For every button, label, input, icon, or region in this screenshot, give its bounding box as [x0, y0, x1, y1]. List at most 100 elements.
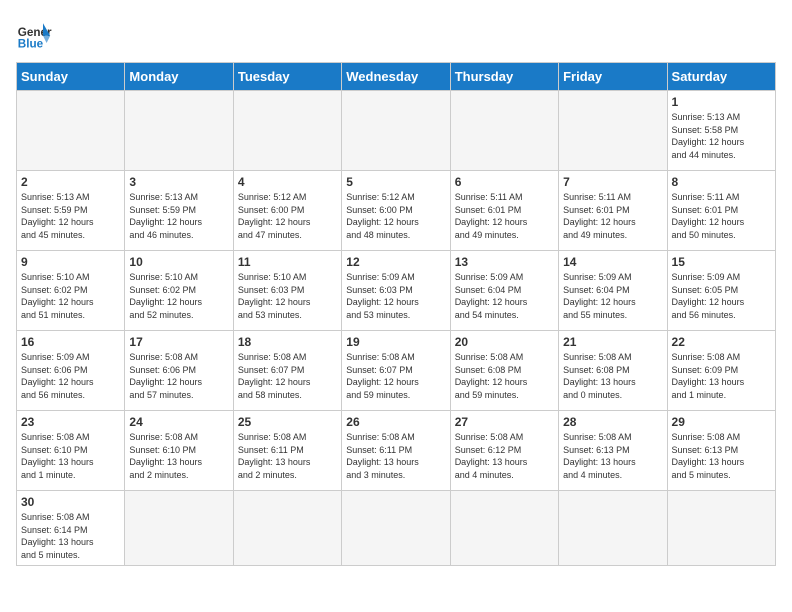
day-number: 23: [21, 415, 120, 429]
calendar-day-cell: 6Sunrise: 5:11 AM Sunset: 6:01 PM Daylig…: [450, 171, 558, 251]
day-number: 26: [346, 415, 445, 429]
day-info: Sunrise: 5:08 AM Sunset: 6:10 PM Dayligh…: [129, 431, 228, 481]
calendar-day-cell: 26 Sunrise: 5:08 AM Sunset: 6:11 PM Dayli…: [342, 411, 450, 491]
calendar-body: 1 Sunrise: 5:13 AM Sunset: 5:58 PM Daylig…: [17, 91, 776, 566]
day-info: Sunrise: 5:11 AM Sunset: 6:01 PM Dayligh…: [672, 191, 771, 241]
day-number: 8: [672, 175, 771, 189]
calendar-day-cell: 5Sunrise: 5:12 AM Sunset: 6:00 PM Daylig…: [342, 171, 450, 251]
day-info: Sunrise: 5:08 AM Sunset: 6:13 PM Dayligh…: [563, 431, 662, 481]
day-info: Sunrise: 5:08 AM Sunset: 6:14 PM Dayligh…: [21, 511, 120, 561]
day-of-week-header: Saturday: [667, 63, 775, 91]
calendar-day-cell: 13Sunrise: 5:09 AM Sunset: 6:04 PM Dayli…: [450, 251, 558, 331]
calendar-day-cell: 27 Sunrise: 5:08 AM Sunset: 6:12 PM Dayli…: [450, 411, 558, 491]
day-info: Sunrise: 5:10 AM Sunset: 6:02 PM Dayligh…: [21, 271, 120, 321]
calendar-day-cell: 25 Sunrise: 5:08 AM Sunset: 6:11 PM Dayli…: [233, 411, 341, 491]
calendar-day-cell: 28Sunrise: 5:08 AM Sunset: 6:13 PM Dayli…: [559, 411, 667, 491]
calendar-week-row: 16 Sunrise: 5:09 AM Sunset: 6:06 PM Dayli…: [17, 331, 776, 411]
header-row: SundayMondayTuesdayWednesdayThursdayFrid…: [17, 63, 776, 91]
calendar-day-cell: 2 Sunrise: 5:13 AM Sunset: 5:59 PM Daylig…: [17, 171, 125, 251]
day-info: Sunrise: 5:08 AM Sunset: 6:11 PM Dayligh…: [238, 431, 337, 481]
day-number: 19: [346, 335, 445, 349]
calendar-day-cell: 11Sunrise: 5:10 AM Sunset: 6:03 PM Dayli…: [233, 251, 341, 331]
calendar-day-cell: [17, 91, 125, 171]
calendar-day-cell: 18Sunrise: 5:08 AM Sunset: 6:07 PM Dayli…: [233, 331, 341, 411]
calendar-week-row: 1 Sunrise: 5:13 AM Sunset: 5:58 PM Daylig…: [17, 91, 776, 171]
svg-text:Blue: Blue: [18, 38, 44, 51]
day-info: Sunrise: 5:08 AM Sunset: 6:07 PM Dayligh…: [346, 351, 445, 401]
calendar-day-cell: [667, 491, 775, 566]
day-number: 25: [238, 415, 337, 429]
day-number: 29: [672, 415, 771, 429]
calendar-day-cell: 3 Sunrise: 5:13 AM Sunset: 5:59 PM Daylig…: [125, 171, 233, 251]
day-of-week-header: Sunday: [17, 63, 125, 91]
calendar-day-cell: [342, 491, 450, 566]
day-number: 30: [21, 495, 120, 509]
calendar-day-cell: 17 Sunrise: 5:08 AM Sunset: 6:06 PM Dayli…: [125, 331, 233, 411]
day-info: Sunrise: 5:13 AM Sunset: 5:59 PM Dayligh…: [21, 191, 120, 241]
calendar-week-row: 30 Sunrise: 5:08 AM Sunset: 6:14 PM Dayli…: [17, 491, 776, 566]
day-info: Sunrise: 5:08 AM Sunset: 6:09 PM Dayligh…: [672, 351, 771, 401]
calendar-day-cell: [125, 91, 233, 171]
day-info: Sunrise: 5:08 AM Sunset: 6:12 PM Dayligh…: [455, 431, 554, 481]
day-info: Sunrise: 5:13 AM Sunset: 5:59 PM Dayligh…: [129, 191, 228, 241]
day-number: 18: [238, 335, 337, 349]
day-number: 11: [238, 255, 337, 269]
day-info: Sunrise: 5:09 AM Sunset: 6:04 PM Dayligh…: [455, 271, 554, 321]
day-number: 15: [672, 255, 771, 269]
day-of-week-header: Friday: [559, 63, 667, 91]
calendar-day-cell: 16 Sunrise: 5:09 AM Sunset: 6:06 PM Dayli…: [17, 331, 125, 411]
day-number: 3: [129, 175, 228, 189]
calendar-day-cell: 8 Sunrise: 5:11 AM Sunset: 6:01 PM Daylig…: [667, 171, 775, 251]
day-of-week-header: Thursday: [450, 63, 558, 91]
calendar-day-cell: [125, 491, 233, 566]
calendar-day-cell: 7 Sunrise: 5:11 AM Sunset: 6:01 PM Daylig…: [559, 171, 667, 251]
day-number: 9: [21, 255, 120, 269]
day-of-week-header: Monday: [125, 63, 233, 91]
day-info: Sunrise: 5:11 AM Sunset: 6:01 PM Dayligh…: [563, 191, 662, 241]
page-header: General Blue: [16, 16, 776, 52]
calendar-week-row: 23 Sunrise: 5:08 AM Sunset: 6:10 PM Dayli…: [17, 411, 776, 491]
day-number: 6: [455, 175, 554, 189]
day-of-week-header: Wednesday: [342, 63, 450, 91]
day-number: 1: [672, 95, 771, 109]
calendar-day-cell: 22Sunrise: 5:08 AM Sunset: 6:09 PM Dayli…: [667, 331, 775, 411]
calendar-day-cell: [342, 91, 450, 171]
calendar-day-cell: 14Sunrise: 5:09 AM Sunset: 6:04 PM Dayli…: [559, 251, 667, 331]
calendar-day-cell: 24Sunrise: 5:08 AM Sunset: 6:10 PM Dayli…: [125, 411, 233, 491]
calendar-day-cell: 4 Sunrise: 5:12 AM Sunset: 6:00 PM Daylig…: [233, 171, 341, 251]
day-number: 12: [346, 255, 445, 269]
day-number: 17: [129, 335, 228, 349]
calendar-day-cell: [559, 491, 667, 566]
day-number: 21: [563, 335, 662, 349]
calendar-day-cell: 12Sunrise: 5:09 AM Sunset: 6:03 PM Dayli…: [342, 251, 450, 331]
day-number: 2: [21, 175, 120, 189]
day-number: 7: [563, 175, 662, 189]
day-info: Sunrise: 5:08 AM Sunset: 6:08 PM Dayligh…: [455, 351, 554, 401]
day-number: 27: [455, 415, 554, 429]
calendar-day-cell: 20 Sunrise: 5:08 AM Sunset: 6:08 PM Dayli…: [450, 331, 558, 411]
calendar-day-cell: 10 Sunrise: 5:10 AM Sunset: 6:02 PM Dayli…: [125, 251, 233, 331]
day-info: Sunrise: 5:08 AM Sunset: 6:11 PM Dayligh…: [346, 431, 445, 481]
day-info: Sunrise: 5:10 AM Sunset: 6:02 PM Dayligh…: [129, 271, 228, 321]
calendar-day-cell: [450, 91, 558, 171]
logo: General Blue: [16, 16, 52, 52]
day-number: 10: [129, 255, 228, 269]
day-info: Sunrise: 5:08 AM Sunset: 6:08 PM Dayligh…: [563, 351, 662, 401]
day-info: Sunrise: 5:08 AM Sunset: 6:06 PM Dayligh…: [129, 351, 228, 401]
day-info: Sunrise: 5:12 AM Sunset: 6:00 PM Dayligh…: [238, 191, 337, 241]
calendar-table: SundayMondayTuesdayWednesdayThursdayFrid…: [16, 62, 776, 566]
day-number: 16: [21, 335, 120, 349]
day-info: Sunrise: 5:08 AM Sunset: 6:10 PM Dayligh…: [21, 431, 120, 481]
calendar-day-cell: 21 Sunrise: 5:08 AM Sunset: 6:08 PM Dayli…: [559, 331, 667, 411]
day-info: Sunrise: 5:13 AM Sunset: 5:58 PM Dayligh…: [672, 111, 771, 161]
logo-icon: General Blue: [16, 16, 52, 52]
day-info: Sunrise: 5:09 AM Sunset: 6:06 PM Dayligh…: [21, 351, 120, 401]
calendar-day-cell: 9 Sunrise: 5:10 AM Sunset: 6:02 PM Daylig…: [17, 251, 125, 331]
calendar-day-cell: 1 Sunrise: 5:13 AM Sunset: 5:58 PM Daylig…: [667, 91, 775, 171]
calendar-day-cell: 23 Sunrise: 5:08 AM Sunset: 6:10 PM Dayli…: [17, 411, 125, 491]
day-number: 20: [455, 335, 554, 349]
calendar-week-row: 2 Sunrise: 5:13 AM Sunset: 5:59 PM Daylig…: [17, 171, 776, 251]
calendar-header: SundayMondayTuesdayWednesdayThursdayFrid…: [17, 63, 776, 91]
day-number: 4: [238, 175, 337, 189]
day-info: Sunrise: 5:09 AM Sunset: 6:04 PM Dayligh…: [563, 271, 662, 321]
